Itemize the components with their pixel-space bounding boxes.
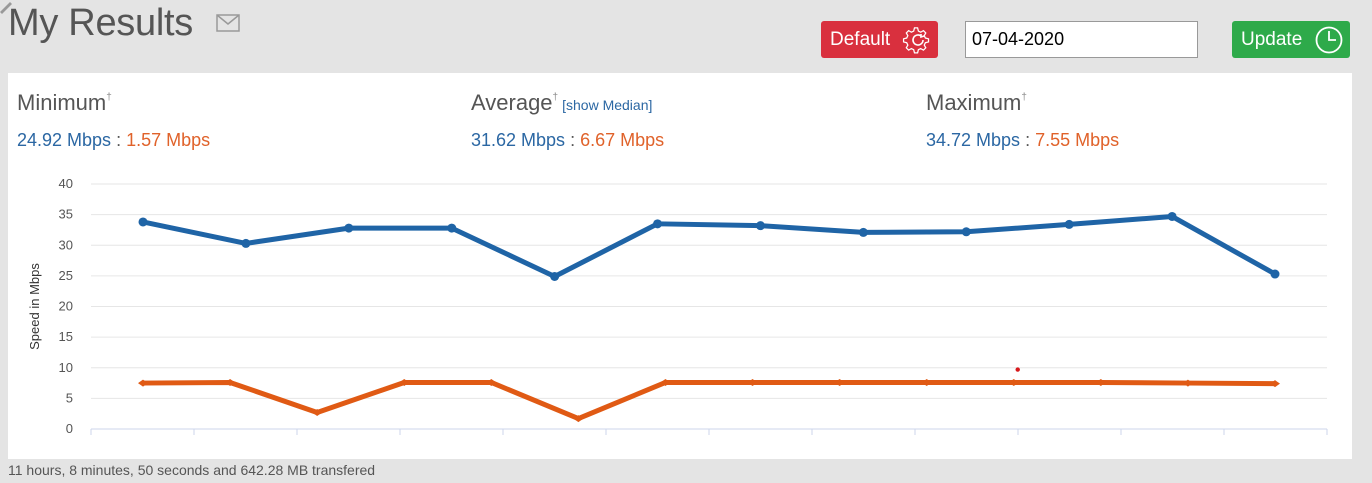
data-point bbox=[755, 221, 765, 231]
data-point bbox=[550, 271, 560, 281]
clock-icon bbox=[1315, 26, 1343, 54]
y-tick-label: 15 bbox=[59, 329, 73, 344]
annotation-dot bbox=[1015, 367, 1020, 372]
series-line-1 bbox=[140, 213, 1278, 279]
update-button-label: Update bbox=[1241, 29, 1303, 50]
data-point bbox=[653, 219, 663, 229]
y-tick-label: 35 bbox=[59, 207, 73, 222]
series-line-2 bbox=[140, 379, 1278, 422]
transfer-summary: 11 hours, 8 minutes, 50 seconds and 642.… bbox=[8, 462, 376, 478]
data-point bbox=[138, 217, 148, 227]
y-tick-label: 10 bbox=[59, 360, 73, 375]
y-tick-label: 25 bbox=[59, 268, 73, 283]
default-button[interactable]: Default bbox=[821, 21, 938, 58]
data-point bbox=[344, 223, 354, 233]
data-point bbox=[858, 227, 868, 237]
data-point bbox=[1270, 269, 1280, 279]
y-axis-label: Speed in Mbps bbox=[27, 263, 42, 350]
update-button[interactable]: Update bbox=[1232, 21, 1350, 58]
results-panel: Minimum† 24.92 Mbps : 1.57 Mbps Average†… bbox=[8, 73, 1352, 459]
data-point bbox=[1167, 211, 1177, 221]
y-tick-label: 0 bbox=[66, 421, 73, 436]
y-tick-label: 5 bbox=[66, 390, 73, 405]
data-point bbox=[1064, 219, 1074, 229]
data-point bbox=[447, 223, 457, 233]
page-title: My Results bbox=[8, 2, 193, 44]
reset-gear-icon bbox=[902, 27, 930, 54]
y-tick-label: 40 bbox=[59, 176, 73, 191]
envelope-icon[interactable] bbox=[216, 14, 240, 32]
data-point bbox=[961, 227, 971, 237]
data-point bbox=[241, 238, 251, 248]
speed-chart: 0 5 10 15 20 25 30 35 40 Speed in Mbps bbox=[27, 176, 1328, 436]
y-tick-label: 20 bbox=[59, 299, 73, 314]
date-input[interactable] bbox=[965, 21, 1198, 58]
default-button-label: Default bbox=[830, 29, 891, 50]
y-tick-label: 30 bbox=[59, 237, 73, 252]
